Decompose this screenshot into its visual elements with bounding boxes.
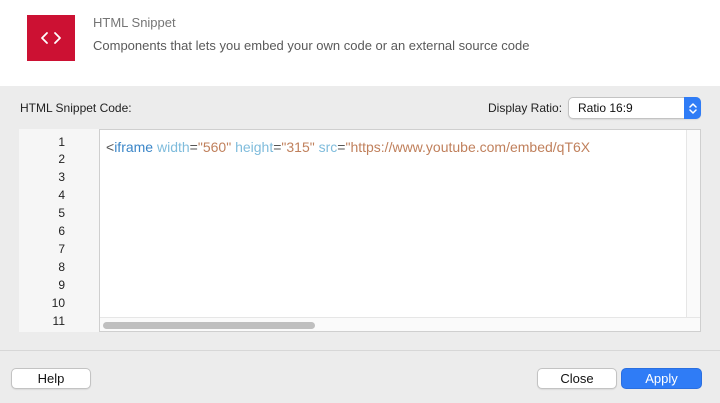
line-number: 11 — [52, 314, 65, 328]
equals-sign: = — [189, 139, 198, 155]
line-number: 7 — [58, 242, 65, 256]
horizontal-scrollbar[interactable] — [100, 317, 700, 331]
code-editor: 1 2 3 4 5 6 7 8 9 10 11 <iframe width="5… — [19, 129, 701, 332]
line-number: 9 — [58, 278, 65, 292]
display-ratio-select[interactable]: Ratio 16:9 — [568, 97, 701, 119]
line-number: 5 — [58, 206, 65, 220]
display-ratio-label: Display Ratio: — [488, 101, 563, 115]
line-number: 6 — [58, 224, 65, 238]
attr-src: src — [318, 139, 338, 155]
attr-height-value: "315" — [281, 139, 315, 155]
display-ratio-value: Ratio 16:9 — [578, 101, 633, 115]
component-title: HTML Snippet — [93, 15, 176, 30]
code-text-area[interactable]: <iframe width="560" height="315" src="ht… — [99, 129, 701, 332]
close-button[interactable]: Close — [537, 368, 617, 389]
attr-src-value: "https://www.youtube.com/embed/qT6X — [345, 139, 591, 155]
attr-width: width — [156, 139, 190, 155]
attr-height: height — [235, 139, 274, 155]
help-button[interactable]: Help — [11, 368, 91, 389]
footer-divider — [0, 350, 720, 351]
dialog-header: HTML Snippet Components that lets you em… — [0, 0, 720, 86]
line-number: 2 — [58, 152, 65, 166]
component-description: Components that lets you embed your own … — [93, 38, 530, 53]
attr-width-value: "560" — [197, 139, 232, 155]
line-number: 8 — [58, 260, 65, 274]
line-number: 4 — [58, 188, 65, 202]
line-number-gutter: 1 2 3 4 5 6 7 8 9 10 11 — [19, 129, 99, 332]
apply-button[interactable]: Apply — [621, 368, 702, 389]
html-snippet-dialog: HTML Snippet Components that lets you em… — [0, 0, 720, 403]
snippet-code-label: HTML Snippet Code: — [20, 101, 132, 115]
tag-open-bracket: < — [106, 139, 115, 155]
horizontal-scroll-thumb[interactable] — [103, 322, 315, 329]
code-brackets-icon — [27, 15, 75, 61]
line-number: 1 — [58, 135, 65, 149]
line-number: 10 — [51, 296, 65, 310]
chevron-up-down-icon — [684, 97, 701, 119]
line-number: 3 — [58, 170, 65, 184]
tag-name: iframe — [114, 139, 154, 155]
vertical-scrollbar[interactable] — [686, 130, 700, 318]
code-line: <iframe width="560" height="315" src="ht… — [106, 138, 688, 156]
